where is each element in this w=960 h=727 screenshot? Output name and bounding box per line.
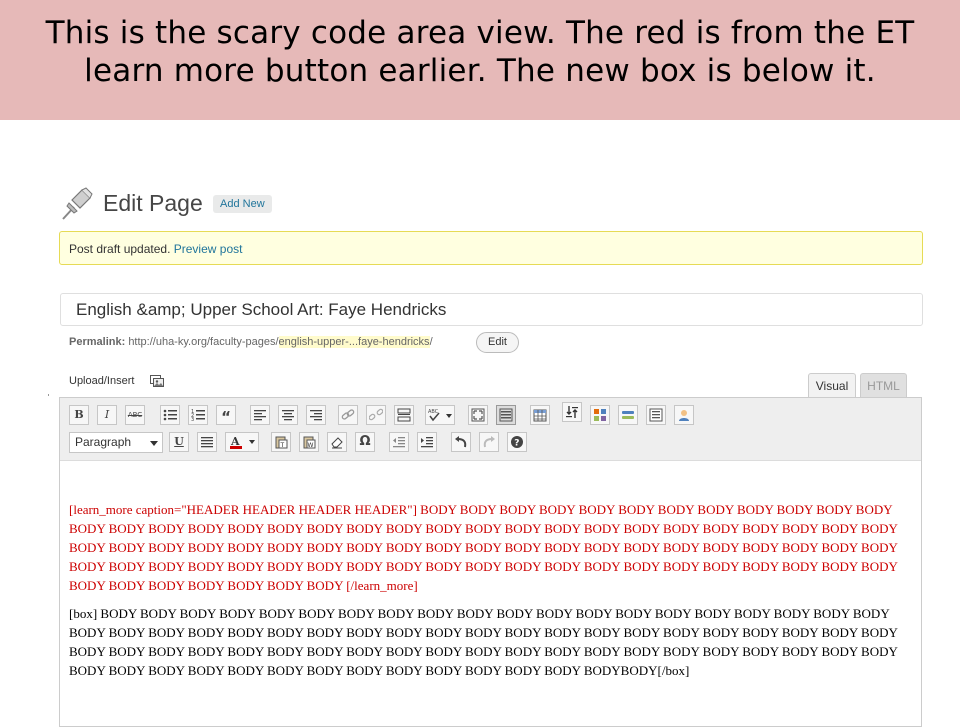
link-icon[interactable] bbox=[338, 405, 358, 425]
box-icon[interactable] bbox=[646, 405, 666, 425]
format-select[interactable]: Paragraph bbox=[69, 432, 163, 453]
upload-insert-label: Upload/Insert bbox=[69, 375, 135, 387]
strikethrough-icon[interactable]: ABC bbox=[125, 405, 145, 425]
indent-icon[interactable] bbox=[417, 432, 437, 452]
more-tag-icon[interactable] bbox=[394, 405, 414, 425]
permalink-trailing-slash: / bbox=[429, 336, 433, 348]
permalink-row: Permalink: http://uha-ky.org/faculty-pag… bbox=[69, 336, 433, 348]
clear-format-icon[interactable] bbox=[327, 432, 347, 452]
redo-icon[interactable] bbox=[479, 432, 499, 452]
caption-line-1: This is the scary code area view. The re… bbox=[45, 15, 915, 51]
editor-area[interactable]: B I ABC 123 “ ABC Paragraph U A T W Ω ? … bbox=[59, 397, 922, 727]
svg-text:?: ? bbox=[514, 439, 519, 449]
member-icon[interactable] bbox=[674, 405, 694, 425]
paste-text-icon[interactable]: T bbox=[271, 432, 291, 452]
box-shortcode: [box] BODY BODY BODY BODY BODY BODY BODY… bbox=[69, 606, 898, 678]
underline-icon[interactable]: U bbox=[169, 432, 189, 452]
svg-text:W: W bbox=[308, 442, 314, 449]
format-select-value: Paragraph bbox=[75, 435, 132, 449]
align-right-icon[interactable] bbox=[306, 405, 326, 425]
bulleted-list-icon[interactable] bbox=[160, 405, 180, 425]
shortcode-icon[interactable] bbox=[562, 402, 582, 422]
svg-text:3: 3 bbox=[191, 417, 194, 422]
align-left-icon[interactable] bbox=[250, 405, 270, 425]
page-title-input[interactable]: English &amp; Upper School Art: Faye Hen… bbox=[60, 293, 923, 326]
tab-html[interactable]: HTML bbox=[860, 373, 907, 398]
page-title: Edit Page bbox=[103, 190, 203, 216]
text-color-icon[interactable]: A bbox=[225, 432, 259, 452]
divider-mark bbox=[48, 394, 49, 396]
button-icon[interactable] bbox=[618, 405, 638, 425]
special-char-icon[interactable]: Ω bbox=[355, 432, 375, 452]
paste-word-icon[interactable]: W bbox=[299, 432, 319, 452]
notice-text: Post draft updated. bbox=[69, 242, 174, 256]
caption-banner: This is the scary code area view. The re… bbox=[0, 0, 960, 120]
italic-icon[interactable]: I bbox=[97, 405, 117, 425]
pushpin-icon bbox=[62, 187, 93, 220]
permalink-label: Permalink: bbox=[69, 336, 126, 348]
bold-icon[interactable]: B bbox=[69, 405, 89, 425]
spellcheck-icon[interactable]: ABC bbox=[425, 405, 455, 425]
outdent-icon[interactable] bbox=[389, 432, 409, 452]
caption-text: This is the scary code area view. The re… bbox=[0, 14, 960, 90]
table-icon[interactable] bbox=[530, 405, 550, 425]
help-icon[interactable]: ? bbox=[507, 432, 527, 452]
fullscreen-icon[interactable] bbox=[468, 405, 488, 425]
unlink-icon[interactable] bbox=[366, 405, 386, 425]
numbered-list-icon[interactable]: 123 bbox=[188, 405, 208, 425]
preview-post-link[interactable]: Preview post bbox=[174, 242, 243, 256]
caption-line-2: learn more button earlier. The new box i… bbox=[84, 53, 876, 89]
undo-icon[interactable] bbox=[451, 432, 471, 452]
editor-content[interactable]: [learn_more caption="HEADER HEADER HEADE… bbox=[69, 500, 899, 689]
justify-icon[interactable] bbox=[197, 432, 217, 452]
svg-text:T: T bbox=[280, 442, 285, 449]
media-icon[interactable] bbox=[150, 375, 164, 388]
blockquote-icon[interactable]: “ bbox=[216, 405, 236, 426]
permalink-base: http://uha-ky.org/faculty-pages/ bbox=[128, 336, 279, 348]
kitchen-sink-icon[interactable] bbox=[496, 405, 516, 425]
update-notice: Post draft updated. Preview post bbox=[59, 231, 923, 265]
chevron-down-icon bbox=[150, 441, 158, 446]
learn-more-shortcode: [learn_more caption="HEADER HEADER HEADE… bbox=[69, 502, 898, 593]
edit-permalink-button[interactable]: Edit bbox=[476, 332, 519, 353]
tab-visual[interactable]: Visual bbox=[808, 373, 856, 399]
add-new-button[interactable]: Add New bbox=[213, 195, 272, 213]
permalink-slug[interactable]: english-upper-...faye-hendricks bbox=[278, 336, 430, 348]
editor-toolbar: B I ABC 123 “ ABC Paragraph U A T W Ω ? bbox=[60, 398, 921, 461]
align-center-icon[interactable] bbox=[278, 405, 298, 425]
columns-icon[interactable] bbox=[590, 405, 610, 425]
